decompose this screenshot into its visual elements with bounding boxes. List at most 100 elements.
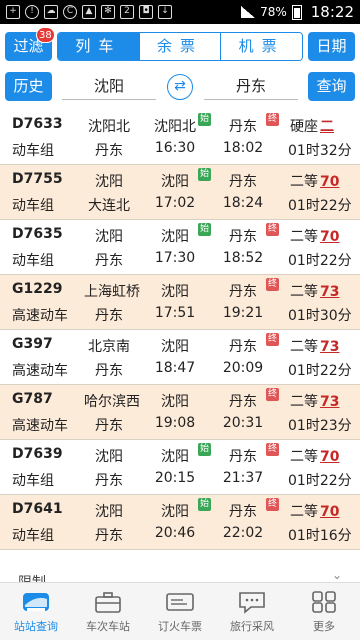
departure-station: 沈阳 (161, 174, 189, 190)
train-row[interactable]: D7755 动车组 沈阳 大连北 沈阳 17:02 丹东 18:24 01时22分 始 二等 70 (0, 165, 360, 220)
seat-info: 二等 70 (290, 446, 339, 466)
download-icon: ↓ (158, 5, 172, 19)
tab-trains[interactable]: 列车 (58, 33, 139, 60)
nav-station-query[interactable]: 站站查询 (0, 583, 72, 640)
seat-count[interactable]: 70 (320, 504, 339, 520)
arrival-terminal-badge: 终 (266, 278, 279, 291)
seat-info: 二等 70 (290, 171, 339, 191)
nav-label: 站站查询 (14, 620, 58, 633)
departure-origin-badge: 始 (198, 113, 211, 126)
train-number: G787 (12, 391, 53, 407)
swap-icon[interactable]: ⇄ (167, 74, 193, 100)
tab-flights[interactable]: 机票 (220, 33, 302, 60)
train-type: 动车组 (12, 473, 54, 489)
clock: 18:22 (310, 3, 354, 21)
train-number: D7633 (12, 116, 63, 132)
arrival-station: 丹东 (229, 339, 257, 355)
train-row[interactable]: D7639 动车组 沈阳 丹东 沈阳 20:15 丹东 21:37 01时22分始终二等 70 (0, 440, 360, 495)
train-type: 动车组 (12, 143, 54, 159)
train-row[interactable]: G1229 高速动车 上海虹桥 丹东 沈阳 17:51 丹东 19:21 01时30分终二等 73 (0, 275, 360, 330)
arrival-time: 18:52 (222, 250, 264, 266)
query-label: 查询 (316, 77, 347, 95)
train-number: D7755 (12, 171, 63, 187)
terminal-station: 丹东 (95, 308, 123, 324)
chat-icon (236, 589, 268, 615)
duration: 01时22分 (288, 363, 352, 379)
partial-list-item[interactable]: 限制 ⌄ (0, 568, 360, 582)
terminal-station: 丹东 (95, 418, 123, 434)
duration: 01时32分 (288, 143, 352, 159)
seat-info: 二等 73 (290, 391, 339, 411)
departure-time: 18:47 (154, 360, 196, 376)
arrival-terminal-badge: 终 (266, 113, 279, 126)
nav-label: 旅行采风 (230, 620, 274, 633)
seat-class: 二等 (290, 229, 318, 245)
query-button[interactable]: 查询 (308, 72, 355, 101)
train-type: 高速动车 (12, 308, 68, 324)
paw-icon: ✻ (101, 5, 115, 19)
train-row[interactable]: D7635 动车组 沈阳 丹东 沈阳 17:30 丹东 18:52 01时22分始终二等 70 (0, 220, 360, 275)
departure-station: 沈阳 (161, 504, 189, 520)
origin-station: 沈阳 (95, 504, 123, 520)
nav-train-station[interactable]: 车次车站 (72, 583, 144, 640)
origin-station: 沈阳 (95, 174, 123, 190)
mode-tabs: 列车 余票 机票 (57, 32, 303, 61)
nav-more[interactable]: 更多 (288, 583, 360, 640)
bag-icon: ◘ (139, 5, 153, 19)
departure-time: 19:08 (154, 415, 196, 431)
arrival-station: 丹东 (229, 174, 257, 190)
terminal-station: 丹东 (95, 253, 123, 269)
origin-station: 北京南 (88, 339, 130, 355)
status-bar: + ! ☁ C ▲ ✻ 2 ◘ ↓ 78% 18:22 (0, 0, 360, 24)
departure-origin-badge: 始 (198, 443, 211, 456)
seat-count[interactable]: 二 (320, 119, 334, 135)
seat-class: 硬座 (290, 119, 318, 135)
notification-count-icon: 2 (120, 5, 134, 19)
departure-time: 17:02 (154, 195, 196, 211)
train-number: D7635 (12, 226, 63, 242)
terminal-station: 丹东 (95, 143, 123, 159)
bottom-navigation: 站站查询 车次车站 订火车票 旅行采风 更多 (0, 582, 360, 640)
arrival-time: 20:09 (222, 360, 264, 376)
seat-count[interactable]: 73 (320, 394, 339, 410)
nav-label: 更多 (313, 620, 335, 633)
train-type: 动车组 (12, 198, 54, 214)
terminal-station: 丹东 (95, 473, 123, 489)
arrival-time: 19:21 (222, 305, 264, 321)
history-label: 历史 (13, 77, 44, 95)
seat-info: 二等 73 (290, 281, 339, 301)
seat-class: 二等 (290, 339, 318, 355)
from-station-field[interactable]: 沈阳 (62, 72, 156, 100)
seat-count[interactable]: 73 (320, 284, 339, 300)
grid-icon (308, 589, 340, 615)
seat-info: 硬座二 (290, 116, 334, 136)
nav-label: 订火车票 (158, 620, 202, 633)
origin-station: 沈阳北 (88, 119, 130, 135)
train-row[interactable]: D7633 动车组 沈阳北 丹东 沈阳北 16:30 丹东 18:02 01时32分始终硬座二 (0, 110, 360, 165)
train-row[interactable]: G787 高速动车 哈尔滨西 丹东 沈阳 19:08 丹东 20:31 01时23分终二等 73 (0, 385, 360, 440)
seat-count[interactable]: 73 (320, 339, 339, 355)
briefcase-icon (92, 589, 124, 615)
train-list: D7633 动车组 沈阳北 丹东 沈阳北 16:30 丹东 18:02 01时32分始终硬座二 D… (0, 110, 360, 550)
station-selector: 历史 沈阳 ⇄ 丹东 查询 (0, 68, 360, 108)
departure-origin-badge: 始 (198, 168, 211, 181)
arrival-terminal-badge: 终 (266, 223, 279, 236)
nav-label: 车次车站 (86, 620, 130, 633)
train-row[interactable]: G397 高速动车 北京南 丹东 沈阳 18:47 丹东 20:09 01时22分终二等 73 (0, 330, 360, 385)
nav-travel[interactable]: 旅行采风 (216, 583, 288, 640)
to-station-field[interactable]: 丹东 (204, 72, 298, 100)
train-type: 高速动车 (12, 418, 68, 434)
seat-count[interactable]: 70 (320, 229, 339, 245)
seat-class: 二等 (290, 449, 318, 465)
duration: 01时22分 (288, 253, 352, 269)
train-type: 高速动车 (12, 363, 68, 379)
nav-book-ticket[interactable]: 订火车票 (144, 583, 216, 640)
train-row[interactable]: D7641 动车组 沈阳 丹东 沈阳 20:46 丹东 22:02 01时16分始终二等 70 (0, 495, 360, 550)
seat-count[interactable]: 70 (320, 449, 339, 465)
departure-time: 20:46 (154, 525, 196, 541)
tab-remaining-tickets[interactable]: 余票 (138, 33, 221, 60)
departure-station: 沈阳 (161, 339, 189, 355)
date-button[interactable]: 日期 (308, 32, 355, 61)
seat-count[interactable]: 70 (320, 174, 339, 190)
history-button[interactable]: 历史 (5, 72, 52, 101)
